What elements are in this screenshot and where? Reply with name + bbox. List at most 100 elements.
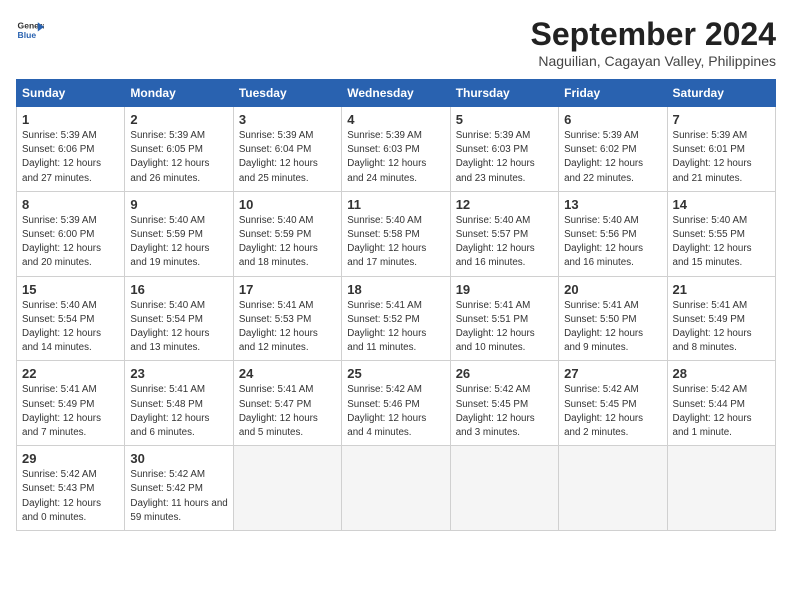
calendar-week-row: 8Sunrise: 5:39 AMSunset: 6:00 PMDaylight… bbox=[17, 191, 776, 276]
day-number: 28 bbox=[673, 366, 770, 381]
calendar-day-cell: 19Sunrise: 5:41 AMSunset: 5:51 PMDayligh… bbox=[450, 276, 558, 361]
day-number: 19 bbox=[456, 282, 553, 297]
calendar-day-cell: 12 Sunrise: 5:40 AMSunset: 5:57 PMDayligh… bbox=[450, 191, 558, 276]
day-number: 12 bbox=[456, 197, 553, 212]
day-number: 2 bbox=[130, 112, 227, 127]
calendar-day-cell: 27 Sunrise: 5:42 AMSunset: 5:45 PMDayligh… bbox=[559, 361, 667, 446]
column-header-thursday: Thursday bbox=[450, 80, 558, 107]
calendar-day-cell: 10 Sunrise: 5:40 AMSunset: 5:59 PMDayligh… bbox=[233, 191, 341, 276]
day-detail: Sunrise: 5:39 AMSunset: 6:05 PMDaylight:… bbox=[130, 130, 209, 184]
day-detail: Sunrise: 5:39 AMSunset: 6:03 PMDaylight:… bbox=[456, 130, 535, 184]
day-detail: Sunrise: 5:40 AMSunset: 5:58 PMDaylight:… bbox=[347, 215, 426, 269]
calendar-day-cell: 15 Sunrise: 5:40 AMSunset: 5:54 PMDayligh… bbox=[17, 276, 125, 361]
day-detail: Sunrise: 5:39 AMSunset: 6:06 PMDaylight:… bbox=[22, 130, 101, 184]
calendar-day-cell: 2 Sunrise: 5:39 AMSunset: 6:05 PMDaylight… bbox=[125, 107, 233, 192]
calendar-day-cell: 9 Sunrise: 5:40 AMSunset: 5:59 PMDaylight… bbox=[125, 191, 233, 276]
page-header: General Blue September 2024 Naguilian, C… bbox=[16, 16, 776, 69]
calendar-day-cell: 24 Sunrise: 5:41 AMSunset: 5:47 PMDayligh… bbox=[233, 361, 341, 446]
day-number: 22 bbox=[22, 366, 119, 381]
calendar-day-cell: 17 Sunrise: 5:41 AMSunset: 5:53 PMDayligh… bbox=[233, 276, 341, 361]
day-detail: Sunrise: 5:42 AMSunset: 5:45 PMDaylight:… bbox=[456, 384, 535, 438]
day-detail: Sunrise: 5:41 AMSunset: 5:50 PMDaylight:… bbox=[564, 300, 643, 354]
day-number: 1 bbox=[22, 112, 119, 127]
page-title: September 2024 bbox=[531, 16, 776, 53]
day-detail: Sunrise: 5:42 AMSunset: 5:46 PMDaylight:… bbox=[347, 384, 426, 438]
calendar-day-cell: 5 Sunrise: 5:39 AMSunset: 6:03 PMDaylight… bbox=[450, 107, 558, 192]
day-number: 30 bbox=[130, 451, 227, 466]
calendar-week-row: 22 Sunrise: 5:41 AMSunset: 5:49 PMDayligh… bbox=[17, 361, 776, 446]
column-header-wednesday: Wednesday bbox=[342, 80, 450, 107]
day-number: 15 bbox=[22, 282, 119, 297]
calendar-day-cell: 16Sunrise: 5:40 AMSunset: 5:54 PMDayligh… bbox=[125, 276, 233, 361]
calendar-day-cell bbox=[667, 446, 775, 531]
page-subtitle: Naguilian, Cagayan Valley, Philippines bbox=[531, 53, 776, 69]
day-detail: Sunrise: 5:39 AMSunset: 6:00 PMDaylight:… bbox=[22, 215, 101, 269]
day-detail: Sunrise: 5:39 AMSunset: 6:03 PMDaylight:… bbox=[347, 130, 426, 184]
day-detail: Sunrise: 5:40 AMSunset: 5:57 PMDaylight:… bbox=[456, 215, 535, 269]
day-detail: Sunrise: 5:41 AMSunset: 5:48 PMDaylight:… bbox=[130, 384, 209, 438]
day-number: 6 bbox=[564, 112, 661, 127]
day-number: 5 bbox=[456, 112, 553, 127]
calendar-day-cell: 18Sunrise: 5:41 AMSunset: 5:52 PMDayligh… bbox=[342, 276, 450, 361]
calendar-day-cell: 8Sunrise: 5:39 AMSunset: 6:00 PMDaylight… bbox=[17, 191, 125, 276]
column-header-tuesday: Tuesday bbox=[233, 80, 341, 107]
calendar-day-cell: 25Sunrise: 5:42 AMSunset: 5:46 PMDayligh… bbox=[342, 361, 450, 446]
title-block: September 2024 Naguilian, Cagayan Valley… bbox=[531, 16, 776, 69]
calendar-table: SundayMondayTuesdayWednesdayThursdayFrid… bbox=[16, 79, 776, 531]
calendar-day-cell: 6 Sunrise: 5:39 AMSunset: 6:02 PMDaylight… bbox=[559, 107, 667, 192]
calendar-day-cell bbox=[559, 446, 667, 531]
day-number: 7 bbox=[673, 112, 770, 127]
day-detail: Sunrise: 5:41 AMSunset: 5:49 PMDaylight:… bbox=[673, 300, 752, 354]
column-header-monday: Monday bbox=[125, 80, 233, 107]
day-detail: Sunrise: 5:39 AMSunset: 6:02 PMDaylight:… bbox=[564, 130, 643, 184]
calendar-day-cell bbox=[450, 446, 558, 531]
day-number: 14 bbox=[673, 197, 770, 212]
day-number: 9 bbox=[130, 197, 227, 212]
calendar-day-cell: 22 Sunrise: 5:41 AMSunset: 5:49 PMDayligh… bbox=[17, 361, 125, 446]
day-number: 4 bbox=[347, 112, 444, 127]
day-number: 17 bbox=[239, 282, 336, 297]
day-detail: Sunrise: 5:42 AMSunset: 5:44 PMDaylight:… bbox=[673, 384, 752, 438]
calendar-day-cell bbox=[233, 446, 341, 531]
day-number: 24 bbox=[239, 366, 336, 381]
day-number: 10 bbox=[239, 197, 336, 212]
calendar-week-row: 15 Sunrise: 5:40 AMSunset: 5:54 PMDayligh… bbox=[17, 276, 776, 361]
day-detail: Sunrise: 5:40 AMSunset: 5:59 PMDaylight:… bbox=[130, 215, 209, 269]
calendar-day-cell: 3 Sunrise: 5:39 AMSunset: 6:04 PMDaylight… bbox=[233, 107, 341, 192]
day-detail: Sunrise: 5:41 AMSunset: 5:53 PMDaylight:… bbox=[239, 300, 318, 354]
day-detail: Sunrise: 5:40 AMSunset: 5:59 PMDaylight:… bbox=[239, 215, 318, 269]
day-number: 21 bbox=[673, 282, 770, 297]
day-number: 23 bbox=[130, 366, 227, 381]
day-detail: Sunrise: 5:40 AMSunset: 5:55 PMDaylight:… bbox=[673, 215, 752, 269]
logo: General Blue bbox=[16, 16, 44, 44]
calendar-day-cell bbox=[342, 446, 450, 531]
calendar-day-cell: 1 Sunrise: 5:39 AMSunset: 6:06 PMDaylight… bbox=[17, 107, 125, 192]
calendar-header-row: SundayMondayTuesdayWednesdayThursdayFrid… bbox=[17, 80, 776, 107]
day-detail: Sunrise: 5:42 AMSunset: 5:43 PMDaylight:… bbox=[22, 469, 101, 523]
calendar-day-cell: 4 Sunrise: 5:39 AMSunset: 6:03 PMDaylight… bbox=[342, 107, 450, 192]
day-detail: Sunrise: 5:39 AMSunset: 6:01 PMDaylight:… bbox=[673, 130, 752, 184]
day-number: 11 bbox=[347, 197, 444, 212]
day-number: 20 bbox=[564, 282, 661, 297]
calendar-day-cell: 11 Sunrise: 5:40 AMSunset: 5:58 PMDayligh… bbox=[342, 191, 450, 276]
day-number: 18 bbox=[347, 282, 444, 297]
day-detail: Sunrise: 5:41 AMSunset: 5:47 PMDaylight:… bbox=[239, 384, 318, 438]
calendar-day-cell: 29 Sunrise: 5:42 AMSunset: 5:43 PMDayligh… bbox=[17, 446, 125, 531]
day-detail: Sunrise: 5:39 AMSunset: 6:04 PMDaylight:… bbox=[239, 130, 318, 184]
day-number: 29 bbox=[22, 451, 119, 466]
calendar-day-cell: 21 Sunrise: 5:41 AMSunset: 5:49 PMDayligh… bbox=[667, 276, 775, 361]
day-number: 13 bbox=[564, 197, 661, 212]
day-detail: Sunrise: 5:40 AMSunset: 5:54 PMDaylight:… bbox=[130, 300, 209, 354]
day-detail: Sunrise: 5:42 AMSunset: 5:45 PMDaylight:… bbox=[564, 384, 643, 438]
calendar-day-cell: 13 Sunrise: 5:40 AMSunset: 5:56 PMDayligh… bbox=[559, 191, 667, 276]
column-header-sunday: Sunday bbox=[17, 80, 125, 107]
day-detail: Sunrise: 5:40 AMSunset: 5:54 PMDaylight:… bbox=[22, 300, 101, 354]
day-detail: Sunrise: 5:40 AMSunset: 5:56 PMDaylight:… bbox=[564, 215, 643, 269]
logo-icon: General Blue bbox=[16, 16, 44, 44]
svg-text:Blue: Blue bbox=[18, 30, 37, 40]
day-number: 27 bbox=[564, 366, 661, 381]
calendar-day-cell: 30Sunrise: 5:42 AMSunset: 5:42 PMDayligh… bbox=[125, 446, 233, 531]
day-detail: Sunrise: 5:41 AMSunset: 5:49 PMDaylight:… bbox=[22, 384, 101, 438]
column-header-friday: Friday bbox=[559, 80, 667, 107]
day-number: 3 bbox=[239, 112, 336, 127]
